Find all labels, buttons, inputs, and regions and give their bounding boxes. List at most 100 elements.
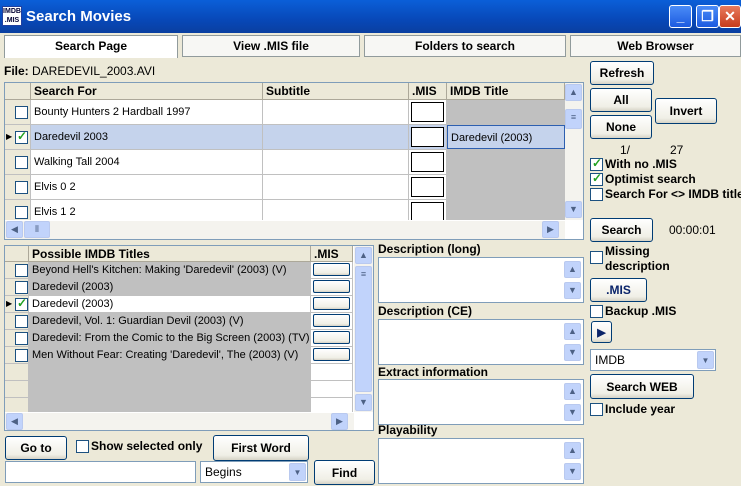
refresh-button[interactable]: Refresh bbox=[590, 61, 654, 85]
close-button[interactable]: ✕ bbox=[719, 5, 741, 28]
table-row[interactable]: Elvis 0 2 bbox=[5, 175, 565, 200]
cell-subtitle[interactable] bbox=[263, 175, 409, 199]
checkbox-box[interactable] bbox=[590, 251, 603, 264]
cell-mis[interactable] bbox=[311, 262, 353, 278]
scroll-thumb[interactable]: ≡ bbox=[565, 109, 582, 129]
cell-search-for[interactable]: Bounty Hunters 2 Hardball 1997 bbox=[31, 100, 263, 124]
invert-button[interactable]: Invert bbox=[655, 98, 717, 124]
scroll-down-icon[interactable]: ▼ bbox=[564, 404, 581, 421]
cell-imdb-title[interactable] bbox=[447, 200, 565, 220]
row-checkbox[interactable] bbox=[15, 332, 28, 345]
cell-mis[interactable] bbox=[409, 175, 447, 199]
mis-field[interactable] bbox=[411, 202, 444, 220]
scroll-up-icon[interactable]: ▲ bbox=[355, 247, 372, 264]
play-button[interactable]: ▶ bbox=[591, 321, 612, 343]
row-checkbox[interactable] bbox=[15, 281, 28, 294]
row-checkbox[interactable] bbox=[15, 296, 28, 311]
checkbox-box[interactable] bbox=[590, 188, 603, 201]
all-button[interactable]: All bbox=[590, 88, 652, 112]
tab-search-page[interactable]: Search Page bbox=[4, 35, 178, 58]
cell-imdb-candidate[interactable]: Daredevil: From the Comic to the Big Scr… bbox=[29, 330, 311, 346]
list-item[interactable]: Daredevil: From the Comic to the Big Scr… bbox=[5, 330, 353, 347]
cell-search-for[interactable]: Elvis 0 2 bbox=[31, 175, 263, 199]
cell-mis[interactable] bbox=[311, 330, 353, 346]
cell-imdb-candidate[interactable]: Daredevil (2003) bbox=[29, 296, 311, 312]
scroll-up-icon[interactable]: ▲ bbox=[564, 261, 581, 278]
cell-search-for[interactable]: Daredevil 2003 bbox=[31, 125, 263, 149]
scroll-left-icon[interactable]: ◀ bbox=[6, 413, 23, 430]
checkbox-box[interactable] bbox=[590, 171, 603, 186]
with-no-mis-checkbox[interactable]: With no .MIS bbox=[590, 156, 740, 173]
chevron-down-icon[interactable]: ▼ bbox=[697, 351, 714, 369]
search-button[interactable]: Search bbox=[590, 218, 653, 242]
cell-mis[interactable] bbox=[409, 100, 447, 124]
cell-subtitle[interactable] bbox=[263, 100, 409, 124]
cell-imdb-candidate[interactable]: Daredevil (2003) bbox=[29, 279, 311, 295]
row-checkbox[interactable] bbox=[15, 156, 28, 169]
header-possible-titles[interactable]: Possible IMDB Titles bbox=[29, 246, 311, 262]
scroll-up-icon[interactable]: ▲ bbox=[564, 383, 581, 400]
checkbox-box[interactable] bbox=[590, 305, 603, 318]
missing-description-checkbox[interactable]: Missing description bbox=[590, 244, 690, 274]
tab-folders[interactable]: Folders to search bbox=[364, 35, 566, 57]
tab-web-browser[interactable]: Web Browser bbox=[570, 35, 741, 57]
mis-row-button[interactable] bbox=[313, 348, 350, 361]
goto-button[interactable]: Go to bbox=[5, 436, 67, 460]
mis-row-button[interactable] bbox=[313, 280, 350, 293]
scroll-right-icon[interactable]: ▶ bbox=[542, 221, 559, 238]
scroll-down-icon[interactable]: ▼ bbox=[564, 282, 581, 299]
cell-mis[interactable] bbox=[311, 347, 353, 363]
optimist-search-checkbox[interactable]: Optimist search bbox=[590, 171, 740, 188]
row-checkbox[interactable] bbox=[15, 349, 28, 362]
cell-mis[interactable] bbox=[311, 313, 353, 329]
header-subtitle[interactable]: Subtitle bbox=[263, 83, 409, 100]
scroll-down-icon[interactable]: ▼ bbox=[564, 344, 581, 361]
mis-row-button[interactable] bbox=[313, 263, 350, 276]
row-checkbox[interactable] bbox=[15, 206, 28, 219]
cell-mis[interactable] bbox=[409, 150, 447, 174]
mis-field[interactable] bbox=[411, 152, 444, 172]
cell-mis[interactable] bbox=[409, 125, 447, 149]
list-item[interactable]: Daredevil (2003) bbox=[5, 279, 353, 296]
checkbox-box[interactable] bbox=[590, 403, 603, 416]
table-row[interactable]: Bounty Hunters 2 Hardball 1997 bbox=[5, 100, 565, 125]
search-web-button[interactable]: Search WEB bbox=[590, 374, 694, 399]
mis-button[interactable]: .MIS bbox=[590, 278, 647, 302]
row-checkbox[interactable] bbox=[15, 181, 28, 194]
header-mis[interactable]: .MIS bbox=[409, 83, 447, 100]
minimize-button[interactable]: _ bbox=[669, 5, 692, 28]
cell-subtitle[interactable] bbox=[263, 150, 409, 174]
list-item[interactable]: Daredevil, Vol. 1: Guardian Devil (2003)… bbox=[5, 313, 353, 330]
table-row[interactable]: Walking Tall 2004 bbox=[5, 150, 565, 175]
mis-row-button[interactable] bbox=[313, 331, 350, 344]
extract-info-field[interactable]: ▲ ▼ bbox=[378, 379, 584, 425]
checkbox-box[interactable] bbox=[76, 440, 89, 453]
list-item[interactable]: Beyond Hell's Kitchen: Making 'Daredevil… bbox=[5, 262, 353, 279]
row-checkbox[interactable] bbox=[15, 129, 28, 144]
mis-row-button[interactable] bbox=[313, 297, 350, 310]
header-imdb-title[interactable]: IMDB Title bbox=[447, 83, 565, 100]
scroll-down-icon[interactable]: ▼ bbox=[564, 463, 581, 480]
cell-imdb-title[interactable]: Daredevil (2003) bbox=[447, 125, 565, 149]
mis-field[interactable] bbox=[411, 177, 444, 197]
tab-view-mis[interactable]: View .MIS file bbox=[182, 35, 360, 57]
search-diff-checkbox[interactable]: Search For <> IMDB title bbox=[590, 187, 741, 203]
table-row[interactable]: Elvis 1 2 bbox=[5, 200, 565, 220]
hscroll-thumb[interactable]: ⦀ bbox=[24, 221, 50, 238]
scroll-up-icon[interactable]: ▲ bbox=[565, 84, 582, 101]
match-select[interactable]: Begins ▼ bbox=[200, 461, 308, 483]
cell-subtitle[interactable] bbox=[263, 200, 409, 220]
row-checkbox[interactable] bbox=[15, 315, 28, 328]
scroll-up-icon[interactable]: ▲ bbox=[564, 323, 581, 340]
list-item[interactable]: ▶ Daredevil (2003) bbox=[5, 296, 353, 313]
cell-imdb-candidate[interactable]: Daredevil, Vol. 1: Guardian Devil (2003)… bbox=[29, 313, 311, 329]
mis-field[interactable] bbox=[411, 102, 444, 122]
row-checkbox[interactable] bbox=[15, 106, 28, 119]
cell-imdb-candidate[interactable]: Men Without Fear: Creating 'Daredevil', … bbox=[29, 347, 311, 363]
first-word-button[interactable]: First Word bbox=[213, 435, 309, 461]
list-item[interactable]: Men Without Fear: Creating 'Daredevil', … bbox=[5, 347, 353, 364]
header-search-for[interactable]: Search For bbox=[31, 83, 263, 100]
chevron-down-icon[interactable]: ▼ bbox=[289, 463, 306, 481]
include-year-checkbox[interactable]: Include year bbox=[590, 402, 710, 418]
scroll-up-icon[interactable]: ▲ bbox=[564, 442, 581, 459]
